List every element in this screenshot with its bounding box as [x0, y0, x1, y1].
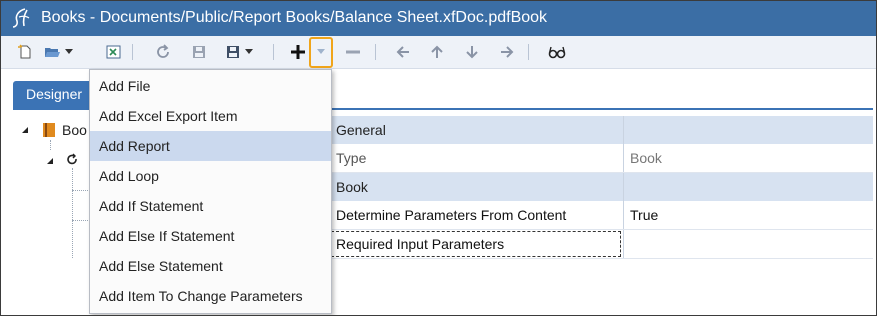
tree-connector [72, 168, 73, 258]
open-icon[interactable] [41, 40, 65, 64]
new-icon[interactable] [13, 40, 37, 64]
tree-connector [50, 140, 51, 150]
move-down-icon[interactable] [460, 40, 484, 64]
refresh-icon[interactable] [151, 40, 175, 64]
section-header-label: General [336, 122, 386, 138]
title-bar: Books - Documents/Public/Report Books/Ba… [1, 1, 876, 36]
menu-item-add-loop[interactable]: Add Loop [90, 161, 331, 191]
remove-icon[interactable] [341, 40, 365, 64]
loop-icon [67, 153, 77, 165]
menu-item-add-else-statement[interactable]: Add Else Statement [90, 251, 331, 281]
property-name: Required Input Parameters [336, 236, 505, 252]
section-header-label: Book [336, 179, 368, 195]
books-window: Books - Documents/Public/Report Books/Ba… [0, 0, 877, 316]
column-divider [623, 144, 624, 172]
column-divider [623, 201, 624, 229]
open-dropdown-icon[interactable] [63, 40, 75, 64]
preview-glasses-icon[interactable] [545, 40, 569, 64]
toolbar-separator [528, 44, 529, 60]
menu-item-add-excel-export-item[interactable]: Add Excel Export Item [90, 101, 331, 131]
toolbar-separator [375, 44, 376, 60]
column-divider [623, 173, 624, 201]
save-icon[interactable] [187, 40, 211, 64]
tab-designer[interactable]: Designer [13, 81, 93, 108]
property-row[interactable]: Type Book [330, 144, 873, 173]
property-row[interactable]: Determine Parameters From Content True [330, 201, 873, 230]
add-dropdown-highlight [309, 37, 333, 68]
move-right-icon[interactable] [495, 40, 519, 64]
toolbar-separator [273, 44, 274, 60]
collapse-arrow-icon[interactable] [21, 126, 29, 134]
tree-connector [72, 220, 88, 221]
property-value[interactable]: True [630, 201, 870, 229]
menu-item-add-report[interactable]: Add Report [90, 131, 331, 161]
save-as-dropdown-icon[interactable] [243, 40, 255, 64]
save-as-icon[interactable] [221, 40, 245, 64]
menu-item-add-item-to-change-parameters[interactable]: Add Item To Change Parameters [90, 281, 331, 311]
add-dropdown-menu: Add File Add Excel Export Item Add Repor… [89, 69, 332, 314]
menu-item-add-if-statement[interactable]: Add If Statement [90, 191, 331, 221]
toolbar-separator [132, 44, 133, 60]
property-name: Determine Parameters From Content [336, 207, 567, 223]
collapse-arrow-icon[interactable] [46, 157, 54, 165]
move-up-icon[interactable] [425, 40, 449, 64]
export-icon[interactable] [102, 40, 126, 64]
toolbar [1, 36, 876, 69]
tree-root-label[interactable]: Boo [62, 122, 87, 138]
column-divider [623, 230, 624, 258]
property-value[interactable] [630, 230, 870, 258]
property-row[interactable]: Required Input Parameters [330, 230, 873, 259]
app-logo-icon [12, 8, 30, 28]
menu-item-add-file[interactable]: Add File [90, 71, 331, 101]
add-icon[interactable] [286, 40, 310, 64]
tree-connector [72, 190, 88, 191]
move-left-icon[interactable] [391, 40, 415, 64]
column-divider [623, 116, 624, 144]
menu-item-add-else-if-statement[interactable]: Add Else If Statement [90, 221, 331, 251]
section-header: Book [330, 173, 873, 201]
property-name: Type [336, 150, 367, 166]
section-header: General [330, 116, 873, 144]
property-value: Book [630, 150, 662, 166]
book-icon [43, 123, 55, 137]
window-title: Books - Documents/Public/Report Books/Ba… [41, 9, 548, 26]
